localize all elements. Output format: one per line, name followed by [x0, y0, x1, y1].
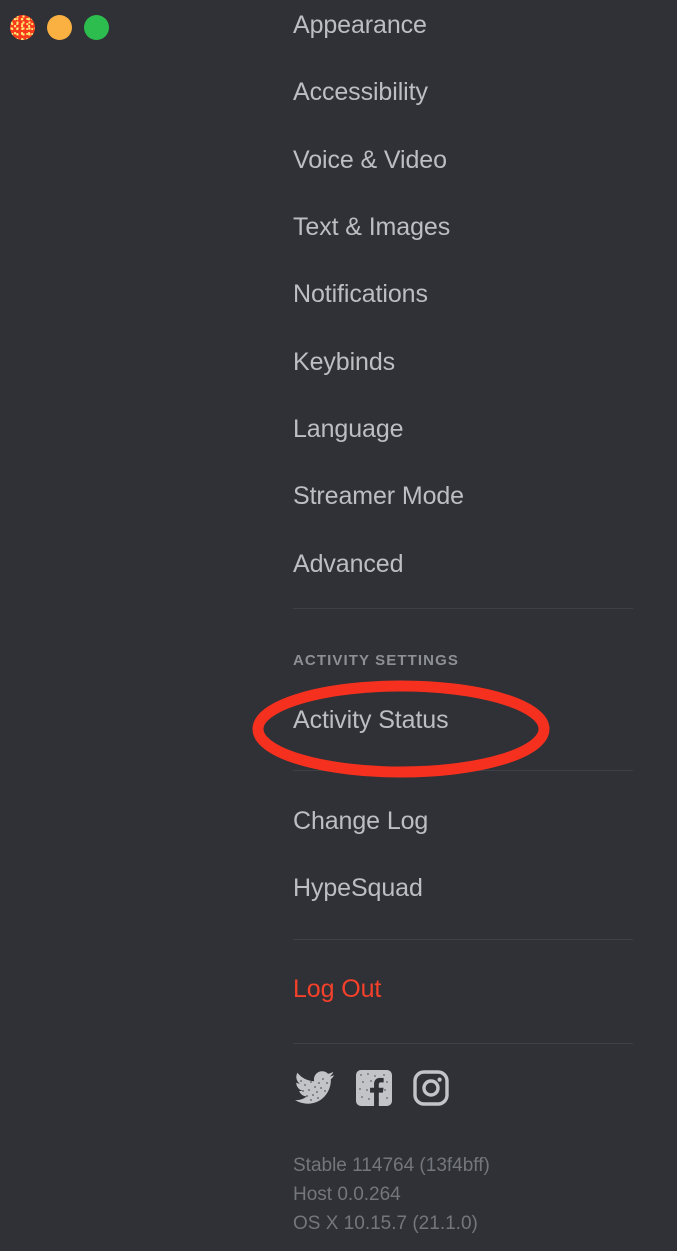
sidebar-item-change-log[interactable]: Change Log	[293, 806, 428, 836]
discord-settings-sidebar: Appearance Accessibility Voice & Video T…	[0, 0, 677, 1251]
divider	[293, 939, 633, 940]
sidebar-item-keybinds[interactable]: Keybinds	[293, 347, 395, 377]
sidebar-item-streamer-mode[interactable]: Streamer Mode	[293, 481, 464, 511]
divider	[293, 1043, 633, 1044]
twitter-icon[interactable]	[295, 1071, 335, 1105]
sidebar-item-notifications[interactable]: Notifications	[293, 279, 428, 309]
log-out-button[interactable]: Log Out	[293, 974, 381, 1004]
social-links	[295, 1070, 449, 1106]
facebook-icon[interactable]	[356, 1070, 392, 1106]
annotation-ellipse-activity-status	[252, 680, 550, 778]
sidebar-item-activity-status[interactable]: Activity Status	[293, 705, 449, 735]
window-controls	[10, 15, 109, 40]
close-window-button[interactable]	[10, 15, 35, 40]
minimize-window-button[interactable]	[47, 15, 72, 40]
version-os: OS X 10.15.7 (21.1.0)	[293, 1213, 478, 1234]
sidebar-item-hypesquad[interactable]: HypeSquad	[293, 873, 423, 903]
divider	[293, 608, 633, 609]
sidebar-item-accessibility[interactable]: Accessibility	[293, 77, 428, 107]
instagram-icon[interactable]	[413, 1070, 449, 1106]
sidebar-item-text-images[interactable]: Text & Images	[293, 212, 450, 242]
sidebar-item-voice-video[interactable]: Voice & Video	[293, 145, 447, 175]
section-header-activity-settings: ACTIVITY SETTINGS	[293, 652, 459, 669]
sidebar-item-advanced[interactable]: Advanced	[293, 549, 404, 579]
sidebar-item-appearance[interactable]: Appearance	[293, 10, 427, 40]
maximize-window-button[interactable]	[84, 15, 109, 40]
version-info: Stable 114764 (13f4bff) Host 0.0.264 OS …	[293, 1151, 490, 1238]
version-build: Stable 114764 (13f4bff)	[293, 1155, 490, 1176]
divider	[293, 770, 633, 771]
sidebar-item-language[interactable]: Language	[293, 414, 404, 444]
version-host: Host 0.0.264	[293, 1184, 401, 1205]
